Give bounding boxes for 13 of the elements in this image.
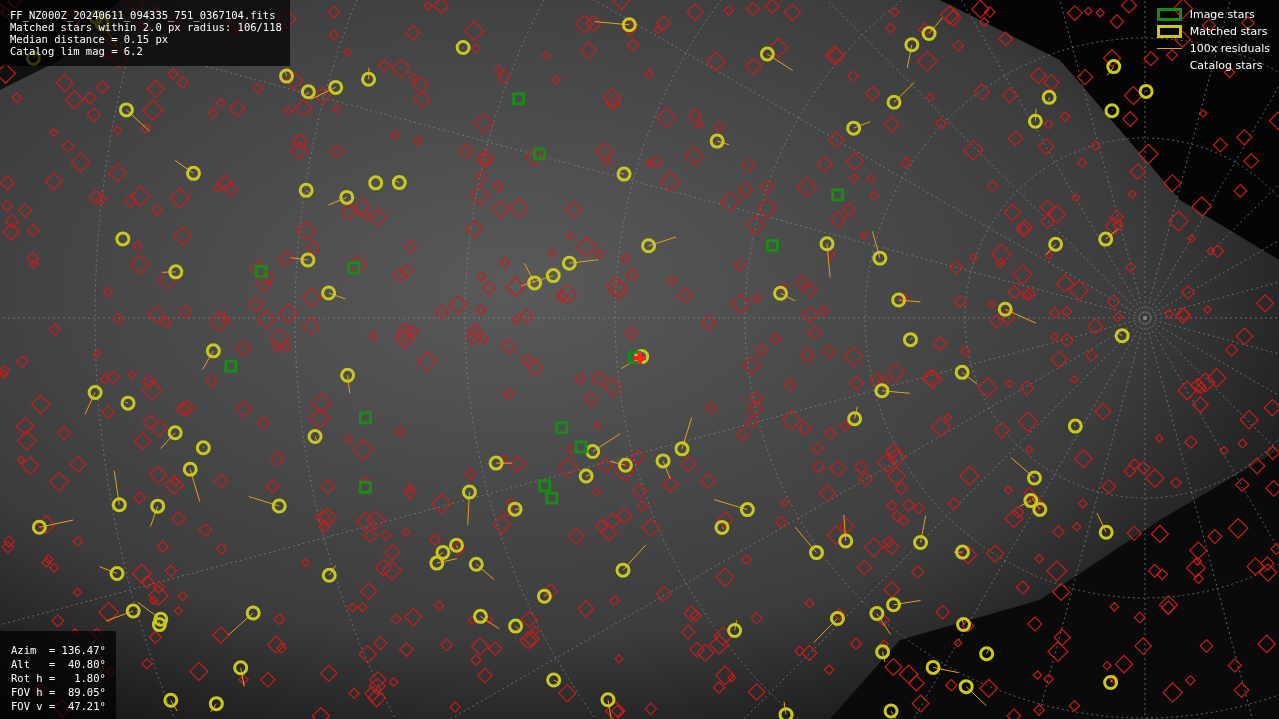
legend-label: Catalog stars (1189, 59, 1263, 72)
info-text: Median distance = 0.15 px (10, 33, 170, 45)
info-text: Azim = 136.47° (11, 643, 106, 657)
info-text: FOV v = 47.21° (11, 699, 106, 713)
legend-label: Matched stars (1189, 25, 1268, 38)
info-text: Matched stars within 2.0 px radius: 106/118 (10, 21, 282, 33)
info-text: Rot h = 1.80° (11, 671, 106, 685)
legend-label: 100x residuals (1189, 42, 1270, 55)
info-text: FOV h = 89.05° (11, 685, 106, 699)
legend-label: Image stars (1189, 8, 1255, 21)
info-text: Alt = 40.80° (11, 657, 106, 671)
info-text: Catalog lim mag = 6.2 (10, 45, 144, 57)
info-text: FF_NZ000Z_20240611_094335_751_0367104.fits (10, 9, 277, 21)
